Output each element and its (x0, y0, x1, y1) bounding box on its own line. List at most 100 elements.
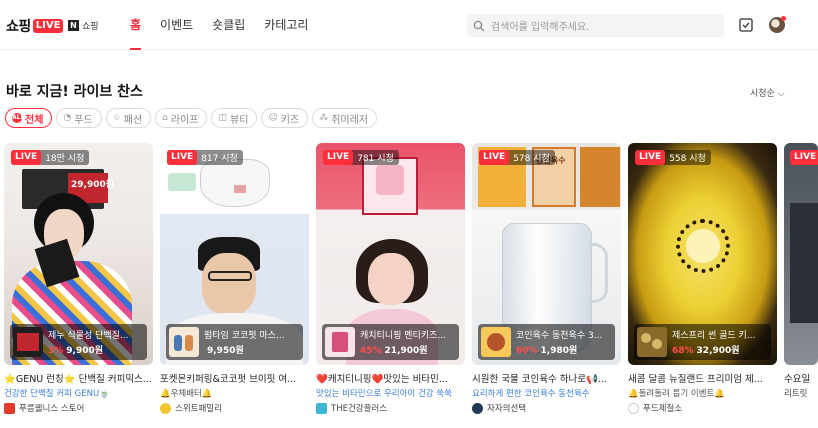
product-name: 코인육수 동천육수 3... (516, 331, 603, 341)
overlay-price: 29,900원 (71, 180, 115, 190)
chip-label: 뷰티 (230, 114, 249, 126)
product-overlay[interactable]: 코인육수 동천육수 3... 60% 1,980원 (478, 324, 615, 360)
live-thumbnail[interactable]: LIVE (784, 143, 818, 365)
pitcher-handle (588, 243, 608, 303)
shopping-live-logo[interactable]: 쇼핑 LIVE (6, 16, 64, 36)
live-thumbnail[interactable]: LIVE 781 시청 캐치티니핑 멘티키즈... 45% 21,900원 (316, 143, 465, 365)
chip-all[interactable]: ALL 전체 (5, 108, 53, 128)
chip-label: 라이프 (170, 114, 199, 126)
mask-tag (234, 185, 246, 193)
live-badge: LIVE 578 시청 (479, 150, 555, 165)
viewer-count: 558 시청 (669, 154, 706, 164)
product-overlay[interactable]: 펌타임 코코펏 마스... 9,950원 (166, 324, 303, 360)
chip-life[interactable]: ⌂ 라이프 (155, 108, 208, 128)
naver-n-icon: N (68, 20, 79, 31)
live-thumbnail[interactable]: LIVE 558 시청 제스프리 썬 골드 키... 68% 32,900원 (628, 143, 777, 365)
viewer-count: 781 시청 (357, 154, 394, 164)
live-label: LIVE (323, 150, 354, 165)
kids-icon: ☺ (268, 113, 278, 123)
main-nav: 홈 이벤트 숏클립 카테고리 (130, 16, 327, 50)
live-title[interactable]: 새콤 달콤 뉴질랜드 프리미엄 제... (628, 371, 777, 385)
channel[interactable]: THE건강플러스 (316, 402, 465, 414)
product-thumb (325, 327, 355, 357)
live-card[interactable]: LIVE 781 시청 캐치티니핑 멘티키즈... 45% 21,900원 ❤️캐… (316, 143, 465, 414)
chip-beauty[interactable]: ◫ 뷰티 (211, 108, 258, 128)
live-title[interactable]: 포켓몬키퍼링&코코펏 브이핏 여... (160, 371, 309, 385)
nav-category[interactable]: 카테고리 (264, 16, 308, 36)
logo-text: 쇼핑 (6, 19, 31, 35)
live-title[interactable]: 시원한 국물 코인육수 하나로📢... (472, 371, 621, 385)
live-title[interactable]: 수요일 (784, 371, 818, 385)
checkbox-list-icon[interactable] (738, 17, 754, 33)
live-label: LIVE (479, 150, 510, 165)
sort-dropdown[interactable]: 시청순 ⌵ (750, 86, 785, 99)
channel[interactable]: 푸름웰니스 스토어 (4, 402, 153, 414)
channel-name: 푸름웰니스 스토어 (19, 404, 85, 414)
nav-event[interactable]: 이벤트 (160, 16, 193, 36)
mask-sample (168, 173, 196, 191)
product-price: 9,950원 (207, 346, 244, 356)
product-name: 제누 식물성 단백질... (48, 331, 129, 341)
nav-home[interactable]: 홈 (130, 16, 142, 50)
chip-hobby[interactable]: ⁂ 취미레저 (312, 108, 378, 128)
live-subtitle: 건강한 단백질 커피 GENU🍵 (4, 389, 110, 399)
channel-logo (628, 402, 639, 414)
live-subtitle: 🔔우체배터🔔 (160, 389, 213, 399)
fashion-icon: ♧ (112, 113, 121, 123)
live-card[interactable]: LIVE 558 시청 제스프리 썬 골드 키... 68% 32,900원 새콤… (628, 143, 777, 414)
search-input[interactable]: 검색어를 입력해주세요. (467, 14, 724, 37)
product-thumb (169, 327, 199, 357)
search-placeholder: 검색어를 입력해주세요. (491, 22, 590, 33)
naver-shopping-link[interactable]: N 쇼핑 (68, 19, 99, 32)
channel-logo (316, 402, 327, 414)
product-overlay[interactable]: 제누 식물성 단백질... 3% 9,900원 (10, 324, 147, 360)
channel[interactable]: 리트릿 (784, 387, 818, 399)
live-title[interactable]: ❤️캐치티니핑❤️맛있는 비타민... (316, 371, 465, 385)
channel[interactable]: 스위트패밀리 (160, 402, 309, 414)
discount-rate: 3% (48, 346, 64, 356)
live-badge: LIVE 817 시청 (167, 150, 243, 165)
product-price: 21,900원 (384, 346, 428, 356)
channel[interactable]: 푸드제철소 (628, 402, 777, 414)
live-card[interactable]: 동천육수 LIVE 578 시청 코인육수 동천육수 3... 60% 1,980… (472, 143, 621, 414)
discount-rate: 68% (672, 346, 694, 356)
channel-logo (160, 402, 171, 414)
home-icon: ⌂ (162, 113, 168, 123)
live-thumbnail[interactable]: LIVE 817 시청 펌타임 코코펏 마스... 9,950원 (160, 143, 309, 365)
live-label: LIVE (11, 150, 42, 165)
live-badge: LIVE 781 시청 (323, 150, 399, 165)
channel-name: 리트릿 (784, 389, 808, 399)
channel-name: 스위트패밀리 (175, 404, 222, 414)
product-thumb (481, 327, 511, 357)
live-thumbnail[interactable]: 29,900원 LIVE 18만 시청 제누 식물성 단백질... 3% 9,90… (4, 143, 153, 365)
live-label: LIVE (167, 150, 198, 165)
chip-kids[interactable]: ☺ 키즈 (261, 108, 309, 128)
channel-logo (472, 402, 483, 414)
live-subtitle: 🔔돌려돌려 룹기 이벤트🔔 (628, 389, 725, 399)
live-title[interactable]: ⭐GENU 런칭⭐ 단백질 커피믹스... (4, 371, 153, 385)
mask-graphic (200, 159, 270, 207)
naver-shopping-label: 쇼핑 (82, 22, 99, 32)
nav-shortclip[interactable]: 숏클립 (212, 16, 245, 36)
product-jar (376, 165, 404, 195)
viewer-count: 817 시청 (201, 154, 238, 164)
chip-food[interactable]: ◔ 푸드 (56, 108, 102, 128)
food-icon: ◔ (63, 113, 72, 123)
live-card[interactable]: LIVE 817 시청 펌타임 코코펏 마스... 9,950원 포켓몬키퍼링&… (160, 143, 309, 414)
live-label: LIVE (790, 150, 818, 165)
live-subtitle: 요리하게 편한 코인육수 동천육수 (472, 389, 590, 399)
chip-fashion[interactable]: ♧ 패션 (105, 108, 152, 128)
live-card[interactable]: LIVE 수요일 리트릿 (784, 143, 818, 399)
live-label: LIVE (635, 150, 666, 165)
beauty-icon: ◫ (218, 113, 227, 123)
live-thumbnail[interactable]: 동천육수 LIVE 578 시청 코인육수 동천육수 3... 60% 1,980… (472, 143, 621, 365)
product-overlay[interactable]: 제스프리 썬 골드 키... 68% 32,900원 (634, 324, 771, 360)
package-right (580, 147, 620, 207)
product-overlay[interactable]: 캐치티니핑 멘티키즈... 45% 21,900원 (322, 324, 459, 360)
channel-name: THE건강플러스 (331, 404, 388, 414)
channel[interactable]: 자자의선택 (472, 402, 621, 414)
live-card[interactable]: 29,900원 LIVE 18만 시청 제누 식물성 단백질... 3% 9,90… (4, 143, 153, 414)
product-price: 9,900원 (66, 346, 104, 356)
discount-rate: 45% (360, 346, 382, 356)
product-price: 32,900원 (696, 346, 740, 356)
